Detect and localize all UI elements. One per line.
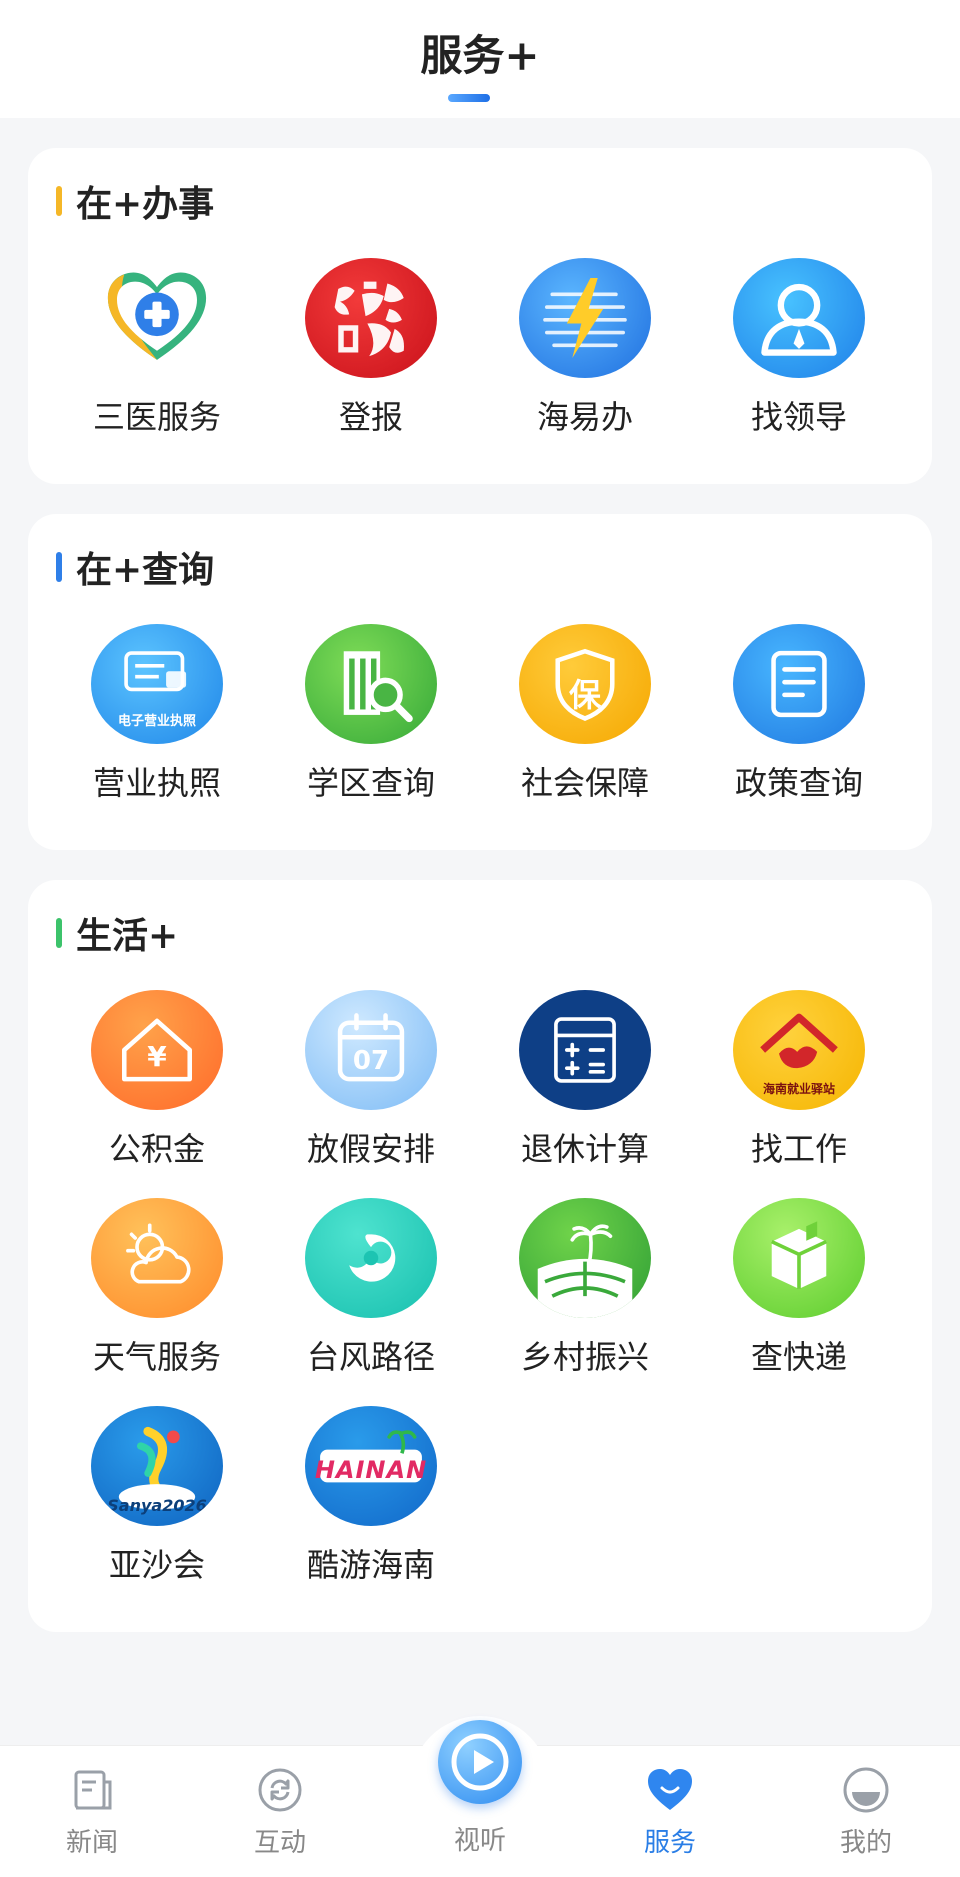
section-accent-bar — [56, 552, 62, 582]
calendar-badge: 07 — [352, 1046, 390, 1076]
nav-label: 服务 — [643, 1828, 696, 1858]
nav-label: 互动 — [253, 1828, 306, 1858]
heart-icon — [648, 1769, 692, 1810]
house-yuan-icon: ¥ — [91, 990, 223, 1110]
service-label: 天气服务 — [92, 1338, 221, 1376]
nav-item-service[interactable]: 服务 — [590, 1746, 750, 1877]
rural-field-icon — [519, 1198, 651, 1318]
lightning-globe-icon — [519, 258, 651, 378]
hainan-jobs-logo: 海南就业驿站 — [733, 990, 865, 1110]
news-icon — [74, 1770, 112, 1810]
service-label: 找领导 — [750, 398, 847, 436]
service-item-hainan-tour[interactable]: HAINAN 酷游海南 — [264, 1406, 478, 1586]
sanya2026-logo: Sanya2026 — [91, 1406, 223, 1526]
service-item-sanya2026[interactable]: Sanya2026 亚沙会 — [50, 1406, 264, 1586]
heart-plus-icon — [91, 258, 223, 378]
section-accent-bar — [56, 918, 62, 948]
hainan-tourism-logo: HAINAN — [305, 1406, 437, 1526]
service-item-rural[interactable]: 乡村振兴 — [478, 1198, 692, 1378]
profile-icon — [843, 1767, 889, 1813]
section-title: 生活+ — [56, 908, 178, 958]
service-item-sanyi[interactable]: 三医服务 — [50, 258, 264, 438]
service-item-retire[interactable]: 退休计算 — [478, 990, 692, 1170]
page-title: 服务+ — [420, 31, 540, 80]
typhoon-icon — [305, 1198, 437, 1318]
service-item-license[interactable]: 电子营业执照 营业执照 — [50, 624, 264, 804]
hainan-daily-logo — [305, 258, 437, 378]
title-indicator — [448, 94, 490, 102]
service-item-job[interactable]: 海南就业驿站 找工作 — [692, 990, 906, 1170]
service-label: 查快递 — [750, 1338, 847, 1376]
section-card-query: 在+查询 电子营业执照 营业执照 学区查询 保 社会保障 政策查询 — [28, 514, 932, 850]
section-title: 在+办事 — [56, 176, 214, 226]
yuan-badge: ¥ — [147, 1040, 167, 1073]
service-item-typhoon[interactable]: 台风路径 — [264, 1198, 478, 1378]
package-icon — [733, 1198, 865, 1318]
service-item-express[interactable]: 查快递 — [692, 1198, 906, 1378]
play-icon — [451, 1733, 509, 1791]
license-badge: 电子营业执照 — [117, 714, 196, 729]
service-label: 酷游海南 — [306, 1546, 435, 1584]
service-label: 亚沙会 — [108, 1546, 205, 1584]
service-item-haiyiban[interactable]: 海易办 — [478, 258, 692, 438]
service-item-dengbao[interactable]: 登报 — [264, 258, 478, 438]
nav-label-media: 视听 — [453, 1826, 506, 1856]
nav-item-news[interactable]: 新闻 — [12, 1746, 172, 1877]
service-label: 乡村振兴 — [520, 1338, 649, 1376]
service-label: 退休计算 — [520, 1130, 649, 1168]
nav-item-media[interactable] — [438, 1720, 522, 1804]
service-item-gjj[interactable]: ¥ 公积金 — [50, 990, 264, 1170]
nav-label: 新闻 — [65, 1828, 118, 1858]
section-card-affairs: 在+办事 三医服务 登报 海易办 找领导 — [28, 148, 932, 484]
service-label: 台风路径 — [306, 1338, 435, 1376]
service-label: 公积金 — [108, 1130, 205, 1168]
sanya-badge: Sanya2026 — [107, 1496, 207, 1515]
service-label: 放假安排 — [306, 1130, 435, 1168]
hainan-badge: HAINAN — [314, 1456, 428, 1484]
service-item-zhaolingdao[interactable]: 找领导 — [692, 258, 906, 438]
service-label: 海易办 — [536, 398, 633, 436]
service-item-school[interactable]: 学区查询 — [264, 624, 478, 804]
nav-label: 我的 — [839, 1828, 892, 1858]
service-item-policy[interactable]: 政策查询 — [692, 624, 906, 804]
person-icon — [733, 258, 865, 378]
service-item-weather[interactable]: 天气服务 — [50, 1198, 264, 1378]
business-license-icon: 电子营业执照 — [91, 624, 223, 744]
document-icon — [733, 624, 865, 744]
service-label: 登报 — [338, 398, 403, 436]
section-card-life: 生活+ ¥ 公积金 07 放假安排 退休计算 海南就业驿站 找工作 天气服务 台… — [28, 880, 932, 1632]
service-label: 社会保障 — [520, 764, 649, 802]
nav-item-interact[interactable]: 互动 — [200, 1746, 360, 1877]
calculator-icon — [519, 990, 651, 1110]
service-label: 政策查询 — [734, 764, 863, 802]
service-label: 营业执照 — [92, 764, 221, 802]
service-item-holiday[interactable]: 07 放假安排 — [264, 990, 478, 1170]
section-title: 在+查询 — [56, 542, 214, 592]
shield-badge: 保 — [568, 676, 601, 714]
service-label: 找工作 — [750, 1130, 847, 1168]
service-label: 学区查询 — [306, 764, 435, 802]
shield-icon: 保 — [519, 624, 651, 744]
service-label: 三医服务 — [92, 398, 221, 436]
section-accent-bar — [56, 186, 62, 216]
interact-icon — [258, 1768, 302, 1812]
building-search-icon — [305, 624, 437, 744]
page-header: 服务+ — [0, 0, 960, 118]
service-item-social[interactable]: 保 社会保障 — [478, 624, 692, 804]
weather-icon — [91, 1198, 223, 1318]
jobs-badge: 海南就业驿站 — [762, 1082, 835, 1096]
calendar-icon: 07 — [305, 990, 437, 1110]
nav-item-mine[interactable]: 我的 — [786, 1746, 946, 1877]
